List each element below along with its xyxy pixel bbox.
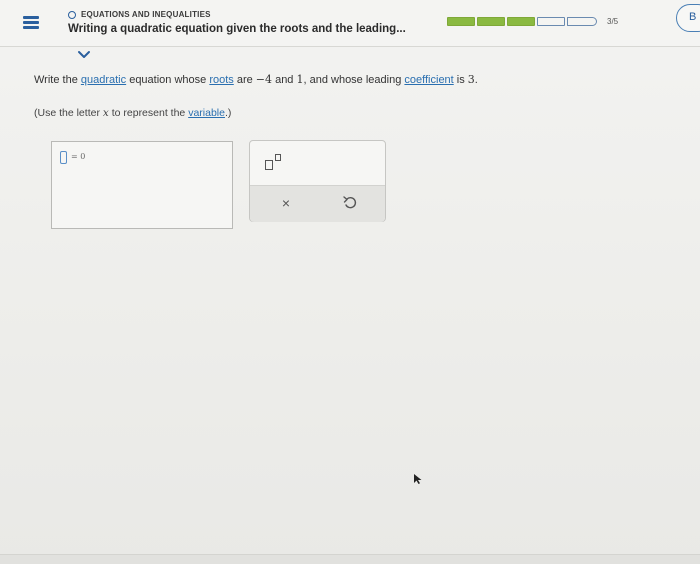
progress-segment xyxy=(567,17,597,26)
answer-box[interactable]: = 0 xyxy=(51,141,233,229)
keypad-action-bar: × xyxy=(250,185,385,222)
hamburger-icon[interactable] xyxy=(23,16,39,30)
progress-segment xyxy=(477,17,505,26)
chevron-down-icon[interactable] xyxy=(70,47,98,63)
question-part: and xyxy=(272,74,297,86)
lesson-title: Writing a quadratic equation given the r… xyxy=(68,23,406,35)
exponent-icon[interactable] xyxy=(265,153,287,173)
avatar-button[interactable]: B xyxy=(676,4,700,32)
topic-circle-icon xyxy=(68,10,76,19)
hint-part: to represent the xyxy=(108,107,189,119)
progress-segment xyxy=(447,17,475,26)
question-part: Write the xyxy=(34,74,81,86)
link-coefficient[interactable]: coefficient xyxy=(404,74,453,86)
question-part: is xyxy=(453,74,468,86)
hint-text: (Use the letter x to represent the varia… xyxy=(34,107,231,119)
hint-part: .) xyxy=(224,107,232,119)
progress-segment xyxy=(537,17,565,26)
undo-icon[interactable] xyxy=(341,194,359,212)
page: EQUATIONS AND INEQUALITIES Writing a qua… xyxy=(0,0,700,564)
bottom-border xyxy=(0,554,700,564)
topic-row: EQUATIONS AND INEQUALITIES xyxy=(68,10,211,19)
link-quadratic[interactable]: quadratic xyxy=(81,74,126,86)
topic-label: EQUATIONS AND INEQUALITIES xyxy=(81,10,211,19)
math-keypad: × xyxy=(249,140,386,222)
question-part: , and whose leading xyxy=(303,74,405,86)
progress-bar: 3/5 xyxy=(447,17,618,26)
link-variable[interactable]: variable xyxy=(188,107,225,119)
question-part: are xyxy=(233,74,256,86)
link-roots[interactable]: roots xyxy=(209,74,233,86)
progress-segment xyxy=(507,17,535,26)
question-part: equation whose xyxy=(126,74,210,86)
question-text: Write the quadratic equation whose roots… xyxy=(34,73,478,86)
hint-part: (Use the letter xyxy=(34,107,103,119)
question-part: . xyxy=(474,74,478,86)
mouse-pointer-icon xyxy=(413,472,423,484)
close-icon[interactable]: × xyxy=(277,194,295,212)
root-value: −4 xyxy=(255,73,273,86)
header: EQUATIONS AND INEQUALITIES Writing a qua… xyxy=(0,0,700,47)
equation-suffix: = 0 xyxy=(71,152,86,161)
progress-count: 3/5 xyxy=(607,17,619,26)
answer-input[interactable] xyxy=(60,151,67,164)
coefficient-value: 3 xyxy=(467,73,475,86)
